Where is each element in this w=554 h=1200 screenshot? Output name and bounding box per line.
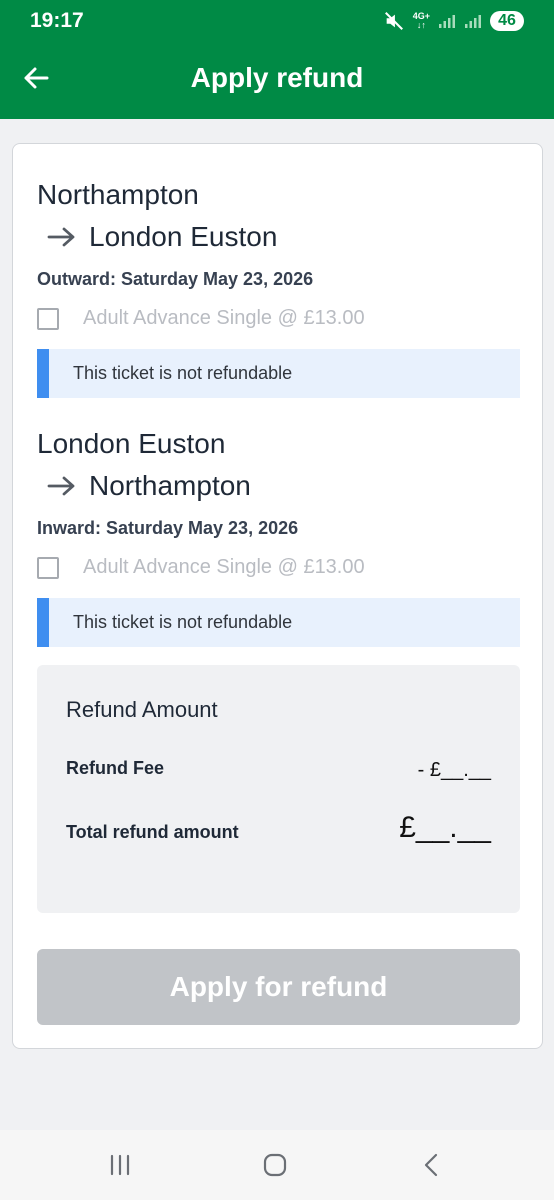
page-title: Apply refund [190,62,364,93]
ticket-row: Adult Advance Single @ £13.00 [37,556,520,579]
arrow-right-icon [47,476,75,496]
journey-origin: London Euston [37,428,226,459]
signal-icon [465,15,481,28]
not-refundable-notice: This ticket is not refundable [37,598,520,647]
back-icon [424,1153,438,1177]
not-refundable-notice: This ticket is not refundable [37,349,520,398]
home-icon [263,1153,287,1177]
signal-icon [439,15,455,28]
system-back-button[interactable] [411,1150,451,1180]
apply-for-refund-button[interactable]: Apply for refund [37,949,520,1025]
ticket-checkbox[interactable] [37,556,59,579]
status-icons: 4G+ ↓↑ 46 [383,9,524,33]
status-time: 19:17 [30,9,84,32]
network-type: 4G+ ↓↑ [412,11,430,30]
journey-origin: Northampton [37,179,199,210]
refund-heading: Refund Amount [66,697,218,722]
recent-apps-button[interactable] [100,1150,140,1180]
recent-apps-icon [110,1154,130,1176]
refund-card: Northampton London Euston Outward: Satur… [12,143,543,1049]
refund-fee-value: - £__.__ [417,759,491,781]
outward-journey: Northampton London Euston Outward: Satur… [37,179,520,398]
system-nav-bar [0,1130,554,1200]
home-button[interactable] [255,1150,295,1180]
journey-destination: Northampton [89,470,251,501]
ticket-row: Adult Advance Single @ £13.00 [37,307,520,330]
refund-fee-label: Refund Fee [66,758,165,778]
total-refund-label: Total refund amount [66,822,239,842]
journey-destination: London Euston [89,221,278,252]
journey-destination-row: London Euston [37,221,520,253]
arrow-right-icon [47,227,75,247]
inward-journey: London Euston Northampton Inward: Saturd… [37,428,520,647]
ticket-checkbox[interactable] [37,307,59,330]
mute-icon [384,12,403,30]
battery-indicator: 46 [490,11,524,31]
total-refund-value: £__.__ [399,811,491,844]
app-header: 19:17 4G+ ↓↑ 46 Apply refund [0,0,554,119]
journey-destination-row: Northampton [37,470,520,502]
inward-date: Inward: Saturday May 23, 2026 [37,518,299,538]
status-bar: 19:17 4G+ ↓↑ 46 [0,0,554,42]
ticket-label: Adult Advance Single @ £13.00 [83,307,365,329]
ticket-label: Adult Advance Single @ £13.00 [83,556,365,578]
outward-date: Outward: Saturday May 23, 2026 [37,269,314,289]
refund-amount-panel: Refund Amount Refund Fee - £__.__ Total … [37,665,520,913]
